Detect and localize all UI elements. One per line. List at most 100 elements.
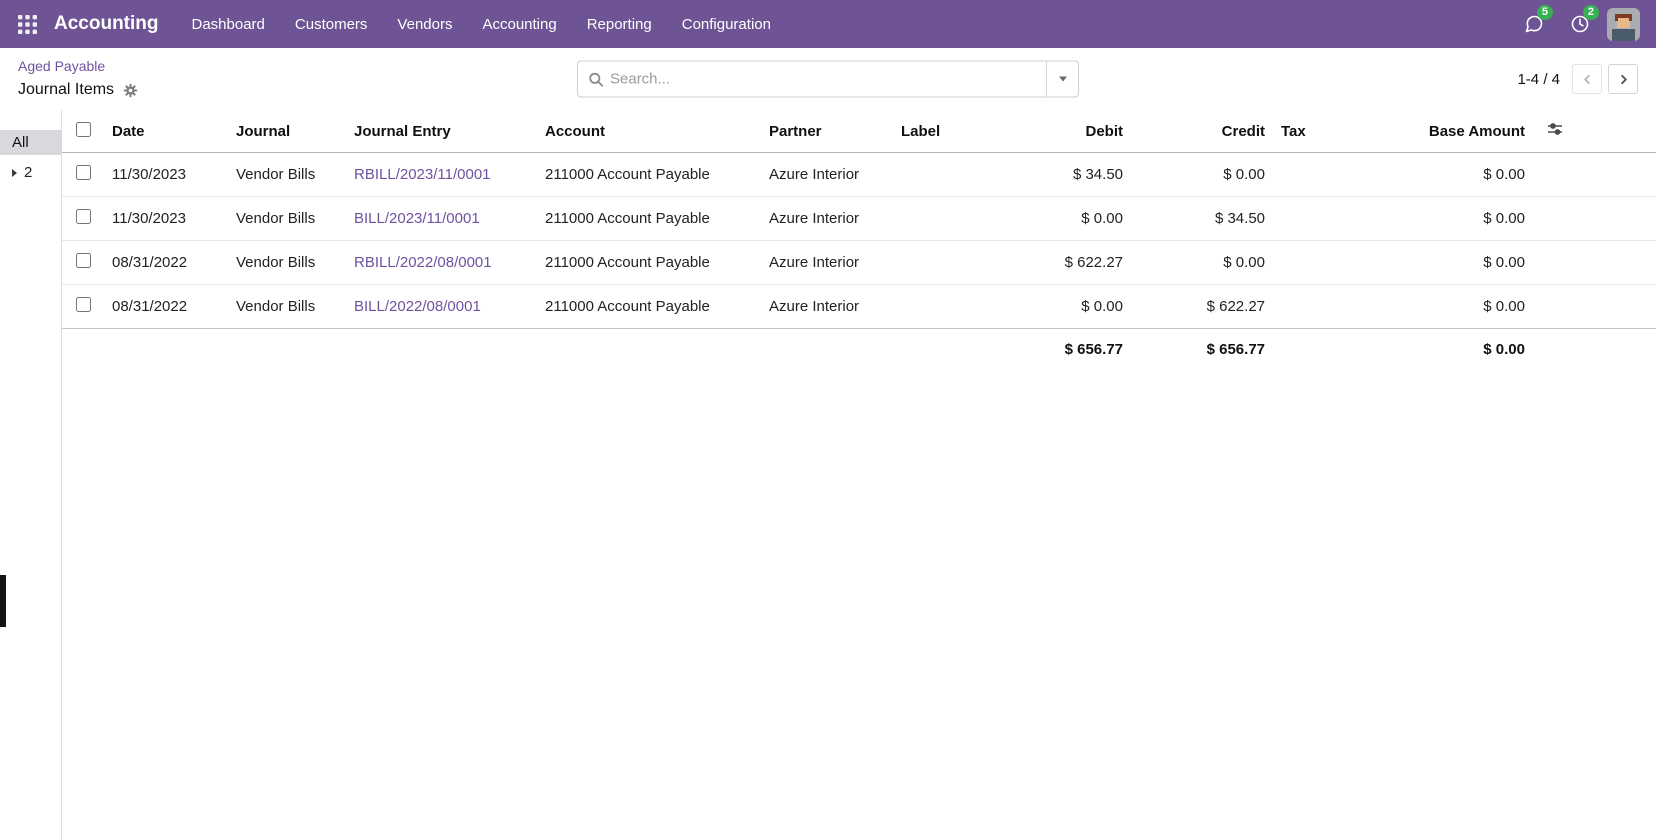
chevron-down-icon [1059,77,1067,82]
row-end-spacer [1533,241,1656,285]
control-panel: Aged Payable Journal Items [0,48,1656,110]
cell-partner: Azure Interior [761,153,893,197]
search-input[interactable] [604,71,1046,88]
cell-date: 11/30/2023 [104,197,228,241]
sidebar-group-toggle[interactable]: 2 [0,155,61,181]
header-debit[interactable]: Debit [1031,110,1131,153]
content-area: All 2 Date Journal Journal Entry Account… [0,110,1656,840]
sidebar-item-all[interactable]: All [0,130,61,155]
gear-icon [123,83,138,98]
pager-previous-button[interactable] [1572,64,1602,94]
user-avatar[interactable] [1607,8,1640,41]
pager-next-button[interactable] [1608,64,1638,94]
cell-date: 08/31/2022 [104,285,228,329]
row-checkbox[interactable] [76,297,91,312]
table-footer: $ 656.77 $ 656.77 $ 0.00 [62,329,1656,371]
view-settings-button[interactable] [123,83,138,98]
menu-item-configuration[interactable]: Configuration [667,2,786,47]
header-base-amount[interactable]: Base Amount [1323,110,1533,153]
breadcrumb-block: Aged Payable Journal Items [18,57,138,101]
menu-item-accounting[interactable]: Accounting [467,2,571,47]
row-select-cell [62,153,104,197]
row-checkbox[interactable] [76,209,91,224]
journal-entry-link[interactable]: BILL/2022/08/0001 [354,298,481,315]
cell-debit: $ 0.00 [1031,197,1131,241]
table-header: Date Journal Journal Entry Account Partn… [62,110,1656,153]
cell-debit: $ 622.27 [1031,241,1131,285]
select-all-checkbox[interactable] [76,122,91,137]
cell-tax [1273,241,1323,285]
avatar-image [1607,8,1640,41]
menu-item-customers[interactable]: Customers [280,2,383,47]
breadcrumb-aged-payable[interactable]: Aged Payable [18,58,105,74]
table-row[interactable]: 11/30/2023Vendor Bills BILL/2023/11/0001 2… [62,197,1656,241]
header-date[interactable]: Date [104,110,228,153]
total-base-amount: $ 0.00 [1323,329,1533,371]
cell-date: 08/31/2022 [104,241,228,285]
cell-label [893,241,1031,285]
cell-journal-entry: BILL/2023/11/0001 [346,197,537,241]
cell-partner: Azure Interior [761,197,893,241]
total-tax-empty [1273,329,1323,371]
sliders-icon [1547,121,1563,137]
header-journal[interactable]: Journal [228,110,346,153]
header-account[interactable]: Account [537,110,761,153]
caret-right-icon [12,169,17,177]
journal-entry-link[interactable]: RBILL/2022/08/0001 [354,254,492,271]
table-row[interactable]: 08/31/2022Vendor Bills BILL/2022/08/0001 2… [62,285,1656,329]
cell-journal: Vendor Bills [228,153,346,197]
journal-items-body: 11/30/2023Vendor BillsRBILL/2023/11/0001… [62,153,1656,329]
row-select-cell [62,197,104,241]
apps-menu-button[interactable] [8,5,46,43]
cell-label [893,285,1031,329]
menu-item-reporting[interactable]: Reporting [572,2,667,47]
messages-button[interactable]: 5 [1511,0,1557,48]
header-journal-entry[interactable]: Journal Entry [346,110,537,153]
search-options-toggle[interactable] [1046,62,1078,97]
cell-journal-entry: RBILL/2023/11/0001 [346,153,537,197]
journal-entry-link[interactable]: BILL/2023/11/0001 [354,210,480,227]
row-end-spacer [1533,197,1656,241]
chevron-right-icon [1618,74,1629,85]
apps-grid-icon [18,15,37,34]
row-select-cell [62,285,104,329]
journal-entry-link[interactable]: RBILL/2023/11/0001 [354,166,491,183]
row-select-cell [62,241,104,285]
cell-base-amount: $ 0.00 [1323,153,1533,197]
total-debit: $ 656.77 [1031,329,1131,371]
cell-account: 211000 Account Payable [537,197,761,241]
cell-tax [1273,197,1323,241]
cell-journal: Vendor Bills [228,285,346,329]
totals-spacer [62,329,1031,371]
table-row[interactable]: 08/31/2022Vendor BillsRBILL/2022/08/0001… [62,241,1656,285]
left-scrollbar-thumb[interactable] [0,575,6,627]
cell-debit: $ 34.50 [1031,153,1131,197]
header-tax[interactable]: Tax [1273,110,1323,153]
cell-partner: Azure Interior [761,285,893,329]
cell-account: 211000 Account Payable [537,241,761,285]
pager-range: 1-4 / 4 [1517,71,1560,88]
row-end-spacer [1533,153,1656,197]
cell-journal: Vendor Bills [228,197,346,241]
header-credit[interactable]: Credit [1131,110,1273,153]
header-options-cell [1533,110,1656,153]
cell-account: 211000 Account Payable [537,285,761,329]
cell-credit: $ 34.50 [1131,197,1273,241]
activities-badge: 2 [1583,5,1599,20]
app-name[interactable]: Accounting [54,13,159,35]
row-checkbox[interactable] [76,165,91,180]
breadcrumb: Aged Payable [18,57,138,78]
menu-item-dashboard[interactable]: Dashboard [177,2,280,47]
row-checkbox[interactable] [76,253,91,268]
page-title: Journal Items [18,80,114,101]
menu-item-vendors[interactable]: Vendors [382,2,467,47]
cell-journal-entry: BILL/2022/08/0001 [346,285,537,329]
optional-columns-button[interactable] [1541,121,1563,137]
header-label[interactable]: Label [893,110,1031,153]
header-partner[interactable]: Partner [761,110,893,153]
cell-partner: Azure Interior [761,241,893,285]
sidebar-group-count: 2 [24,164,32,181]
cell-date: 11/30/2023 [104,153,228,197]
activities-button[interactable]: 2 [1557,0,1603,48]
table-row[interactable]: 11/30/2023Vendor Bills RBILL/2023/11/0001… [62,153,1656,197]
